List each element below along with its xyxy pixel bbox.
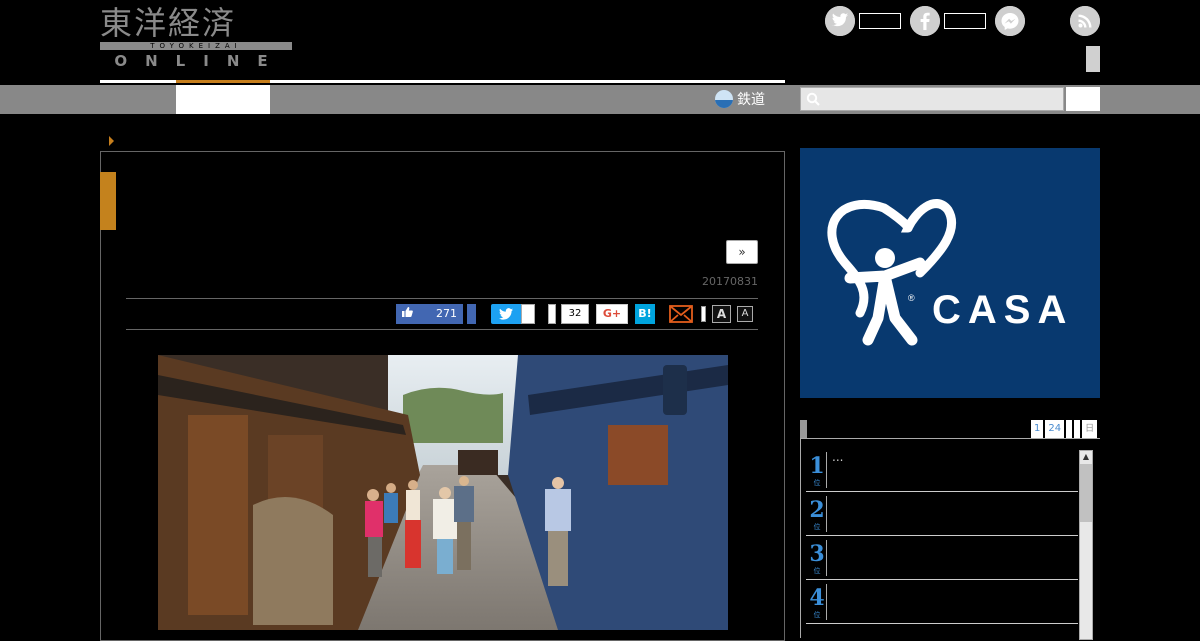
next-page-button[interactable]: »: [726, 240, 758, 264]
search-icon: [806, 92, 820, 106]
pocket-button[interactable]: [548, 304, 556, 324]
article-title-marker: [100, 172, 116, 230]
ranking-item[interactable]: 5: [806, 622, 1078, 630]
ranking-number: 2: [809, 497, 825, 523]
site-logo-kanji[interactable]: 東洋経済: [100, 4, 292, 42]
ranking-suffix: 位: [813, 523, 821, 531]
ranking-tabs: 1 24 日: [1031, 420, 1098, 438]
thumbs-up-icon: [401, 304, 413, 324]
ranking-item[interactable]: 3 位: [806, 536, 1078, 580]
share-divider-top: [126, 298, 758, 299]
ranking-tab-3[interactable]: [1066, 420, 1073, 438]
nav-item-railway[interactable]: 鉄道: [715, 87, 765, 111]
ranking-suffix: 位: [813, 611, 821, 619]
ad-brand: CASA: [932, 288, 1073, 332]
scrollbar-thumb[interactable]: [1080, 464, 1092, 522]
facebook-like-button[interactable]: 271: [396, 304, 463, 324]
twitter-follow-icon[interactable]: [825, 6, 855, 36]
search-button[interactable]: [1066, 87, 1100, 111]
search-input[interactable]: [825, 88, 1059, 110]
ranking-title: ...: [832, 450, 844, 464]
ranking-suffix: 位: [813, 479, 821, 487]
nav-tab-active[interactable]: [176, 85, 270, 114]
ranking-tab-4[interactable]: [1074, 420, 1081, 438]
train-icon: [715, 90, 733, 108]
ranking-tab-5[interactable]: 日: [1082, 420, 1098, 438]
twitter-follow-count: [859, 13, 901, 29]
ranking-item[interactable]: 4 位: [806, 580, 1078, 624]
facebook-share-button[interactable]: [467, 304, 476, 324]
ranking-number: 3: [809, 541, 825, 567]
menu-toggle-button[interactable]: [1086, 46, 1100, 72]
ranking-number: 1: [809, 453, 825, 479]
font-size-small-button[interactable]: A: [737, 306, 753, 322]
article-hero-image: [158, 355, 728, 630]
ad-registered-mark: ®: [908, 293, 915, 303]
ranking-suffix: 位: [813, 567, 821, 575]
scroll-up-icon[interactable]: ▲: [1080, 451, 1092, 463]
ranking-item[interactable]: 1 位 ...: [806, 448, 1078, 492]
mail-icon[interactable]: [669, 305, 693, 323]
facebook-like-icon[interactable]: [910, 6, 940, 36]
twitter-share-button[interactable]: [491, 304, 521, 324]
site-logo-online: ONLINE: [114, 52, 286, 70]
site-logo-band: TOYOKEIZAI: [100, 42, 292, 50]
ranking-divider: [826, 452, 827, 488]
ranking-number: 4: [809, 585, 825, 611]
font-size-large-button[interactable]: A: [712, 305, 731, 323]
nav-active-accent: [176, 80, 270, 83]
ranking-divider: [826, 496, 827, 532]
ranking-divider: [826, 540, 827, 576]
breadcrumb-arrow-icon: [109, 136, 114, 146]
ranking-divider: [826, 584, 827, 620]
sidebar-ad-banner[interactable]: ® CASA: [800, 148, 1100, 398]
share-divider-bottom: [126, 329, 758, 330]
twitter-share-count: [521, 304, 535, 324]
ranking-item[interactable]: 2 位: [806, 492, 1078, 536]
search-field[interactable]: [800, 87, 1064, 111]
hatena-bookmark-button[interactable]: B!: [635, 304, 655, 324]
messenger-icon[interactable]: [995, 6, 1025, 36]
facebook-like-count-label: 271: [436, 307, 457, 320]
pocket-count: 32: [561, 304, 589, 324]
twitter-bird-icon: [499, 308, 513, 320]
facebook-like-count: [944, 13, 986, 29]
ranking-tab-1[interactable]: 1: [1031, 420, 1044, 438]
google-plus-button[interactable]: G+: [596, 304, 628, 324]
rss-icon[interactable]: [1070, 6, 1100, 36]
article-date: 20170831: [702, 275, 758, 288]
ranking-heading-marker: [800, 420, 807, 438]
print-button[interactable]: [701, 306, 706, 322]
ranking-tab-24[interactable]: 24: [1045, 420, 1065, 438]
nav-item-railway-label: 鉄道: [737, 92, 765, 108]
